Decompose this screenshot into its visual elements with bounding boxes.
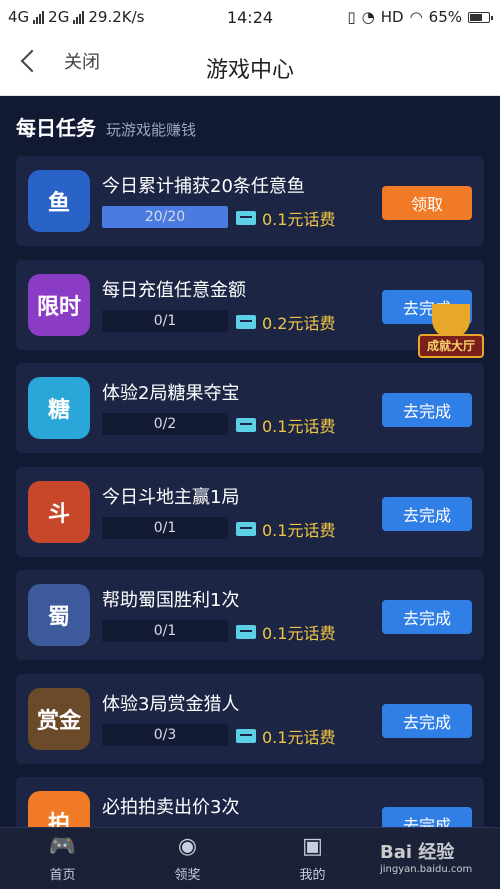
bag-icon: ▣	[302, 834, 323, 859]
ticket-icon	[236, 418, 256, 432]
watermark-logo: Bai 经验	[380, 842, 455, 863]
reward-text: 0.1元话费	[262, 210, 336, 229]
battery-percent: 65%	[428, 8, 462, 26]
reward-text: 0.1元话费	[262, 417, 336, 436]
task-title: 体验2局糖果夺宝	[102, 383, 240, 404]
reward-text: 0.1元话费	[262, 727, 336, 747]
progress-text: 0/1	[153, 519, 177, 536]
nav-item[interactable]: 🎮 首页	[0, 828, 125, 889]
game-icon[interactable]: 斗	[28, 480, 90, 543]
game-icon[interactable]: 鱼	[28, 170, 90, 232]
task-title: 每日充值任意金额	[102, 279, 246, 301]
game-icon[interactable]: 糖	[28, 377, 90, 439]
trophy-icon	[432, 304, 470, 338]
section-title: 每日任务	[16, 116, 96, 140]
wifi-icon: ◠	[409, 8, 423, 26]
page-title: 游戏中心	[205, 58, 294, 83]
game-icon[interactable]: 限时	[28, 273, 90, 336]
reward-text: 0.1元话费	[262, 624, 336, 643]
task-reward: 0.1元话费	[236, 206, 335, 230]
progress-text: 20/20	[144, 209, 186, 225]
watermark: Bai 经验 jingyan.baidu.com	[380, 838, 496, 886]
nav-item[interactable]: ◉ 领奖	[125, 828, 250, 889]
task-reward: 0.1元话费	[236, 620, 335, 644]
ticket-icon	[236, 728, 256, 743]
task-progress: 0/1	[102, 516, 228, 539]
task-action-button[interactable]: 去完成	[382, 703, 472, 738]
ticket-icon	[236, 625, 256, 639]
hd-label: HD	[380, 8, 404, 26]
gamepad-icon: 🎮	[48, 834, 77, 859]
task-progress: 0/1	[102, 620, 228, 642]
disc-icon: ◉	[177, 834, 198, 859]
task-title: 必拍拍卖出价3次	[102, 797, 240, 818]
task-action-button[interactable]: 去完成	[382, 393, 472, 427]
task-card: 糖 体验2局糖果夺宝 0/2 0.1元话费 去完成	[16, 363, 484, 453]
header: 关闭 游戏中心	[0, 36, 500, 96]
battery-icon	[468, 11, 493, 23]
task-progress: 20/20	[102, 206, 228, 228]
nav-label: 领奖	[174, 868, 201, 883]
task-card: 蜀 帮助蜀国胜利1次 0/1 0.1元话费 去完成	[16, 570, 484, 660]
ticket-icon	[236, 314, 256, 329]
reward-text: 0.1元话费	[262, 520, 336, 540]
status-bar: 4G 2G 29.2K/s 14:24 ▯ ◔ HD ◠ 65%	[0, 0, 500, 36]
task-reward: 0.2元话费	[236, 310, 335, 334]
vibrate-icon: ▯	[347, 8, 356, 26]
progress-text: 0/1	[153, 312, 177, 329]
ticket-icon	[236, 521, 256, 536]
task-card: 限时 每日充值任意金额 0/1 0.2元话费 去完成	[16, 259, 484, 350]
nav-label: 我的	[299, 868, 326, 883]
game-icon[interactable]: 蜀	[28, 584, 90, 646]
task-reward: 0.1元话费	[236, 517, 335, 541]
task-card: 赏金 体验3局赏金猎人 0/3 0.1元话费 去完成	[16, 673, 484, 764]
task-reward: 0.1元话费	[236, 413, 335, 437]
achievement-label: 成就大厅	[418, 334, 484, 358]
task-action-button[interactable]: 去完成	[382, 600, 472, 634]
task-list: 鱼 今日累计捕获20条任意鱼 20/20 0.1元话费 领取 限时 每日充值任意…	[16, 156, 484, 881]
task-reward: 0.1元话费	[236, 724, 335, 748]
watermark-url: jingyan.baidu.com	[380, 864, 473, 875]
nav-item[interactable]: ▣ 我的	[250, 828, 375, 889]
task-action-button[interactable]: 去完成	[382, 496, 472, 531]
task-action-button[interactable]: 领取	[382, 186, 472, 220]
nav-label: 首页	[49, 868, 76, 883]
task-progress: 0/3	[102, 723, 228, 746]
section-subtitle: 玩游戏能赚钱	[106, 121, 197, 139]
task-title: 帮助蜀国胜利1次	[102, 590, 240, 611]
task-title: 体验3局赏金猎人	[102, 693, 240, 715]
task-progress: 0/1	[102, 309, 228, 332]
achievement-hall-badge[interactable]: 成就大厅	[418, 304, 484, 370]
progress-text: 0/3	[153, 726, 177, 743]
task-card: 斗 今日斗地主赢1局 0/1 0.1元话费 去完成	[16, 466, 484, 557]
task-title: 今日累计捕获20条任意鱼	[102, 176, 305, 197]
task-card: 鱼 今日累计捕获20条任意鱼 20/20 0.1元话费 领取	[16, 156, 484, 246]
progress-text: 0/1	[153, 623, 177, 639]
task-progress: 0/2	[102, 413, 228, 435]
ticket-icon	[236, 211, 256, 225]
reward-text: 0.2元话费	[262, 313, 336, 333]
daily-task-heading: 每日任务 玩游戏能赚钱	[16, 112, 196, 141]
game-icon[interactable]: 赏金	[28, 687, 90, 750]
progress-text: 0/2	[153, 416, 177, 432]
alarm-icon: ◔	[361, 8, 375, 26]
task-title: 今日斗地主赢1局	[102, 486, 240, 508]
